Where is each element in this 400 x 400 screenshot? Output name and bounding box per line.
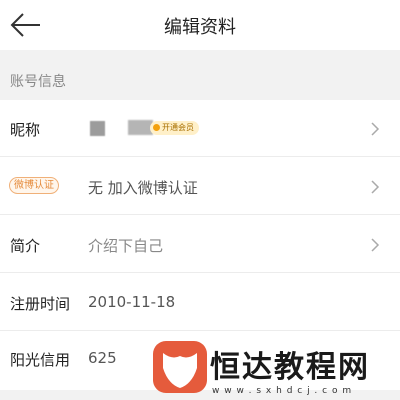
register-time-row: 注册时间 2010-11-18: [0, 274, 400, 331]
weibo-verify-badge: 微博认证: [9, 177, 59, 194]
vip-badge[interactable]: 开通会员: [150, 121, 199, 135]
register-time-value: 2010-11-18: [88, 293, 176, 311]
page-title: 编辑资料: [164, 17, 236, 38]
vip-icon: [153, 124, 160, 131]
intro-label: 简介: [10, 237, 41, 255]
weibo-verify-value: 无 加入微博认证: [88, 179, 198, 197]
nickname-row[interactable]: 昵称 开通会员: [0, 100, 400, 157]
avatar: [90, 121, 105, 136]
sunshine-credit-value: 625: [88, 349, 117, 367]
chevron-right-icon: [371, 122, 380, 136]
weibo-verify-row[interactable]: 微博认证 无 加入微博认证: [0, 158, 400, 215]
watermark-url: w w w . s x h d c j . c o m: [212, 386, 353, 396]
register-time-label: 注册时间: [10, 295, 71, 313]
section-title-account-info: 账号信息: [10, 74, 66, 90]
intro-value: 介绍下自己: [88, 237, 164, 255]
sunshine-credit-label: 阳光信用: [10, 351, 71, 369]
chevron-right-icon: [371, 238, 380, 252]
watermark-title: 恒达教程网: [210, 350, 370, 385]
app-header: 编辑资料: [0, 0, 400, 50]
vip-badge-label: 开通会员: [162, 123, 194, 132]
intro-row[interactable]: 简介 介绍下自己: [0, 216, 400, 273]
watermark-logo-icon: [153, 341, 207, 393]
chevron-right-icon: [371, 180, 380, 194]
watermark: 恒达教程网 w w w . s x h d c j . c o m: [152, 338, 400, 400]
nickname-label: 昵称: [10, 121, 41, 139]
